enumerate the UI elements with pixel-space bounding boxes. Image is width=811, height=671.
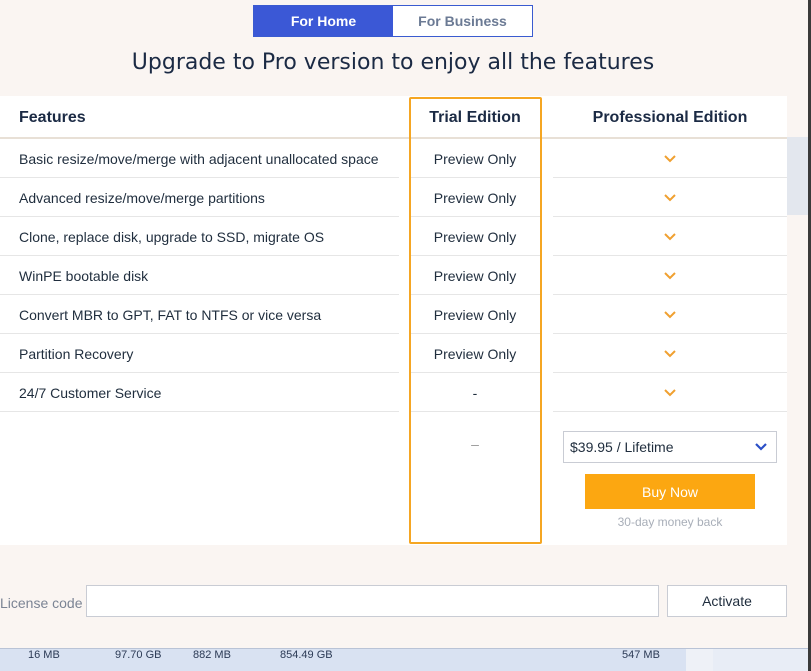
feature-name: 24/7 Customer Service — [19, 384, 162, 401]
header-trial-edition: Trial Edition — [429, 108, 521, 126]
feature-name: Advanced resize/move/merge partitions — [19, 189, 265, 206]
trial-price: – — [471, 436, 479, 452]
feature-name: Basic resize/move/merge with adjacent un… — [19, 150, 379, 167]
table-row: Clone, replace disk, upgrade to SSD, mig… — [0, 217, 787, 256]
feature-name: WinPE bootable disk — [19, 267, 149, 284]
table-row: Convert MBR to GPT, FAT to NTFS or vice … — [0, 295, 787, 334]
check-icon — [553, 334, 787, 373]
trial-value: Preview Only — [433, 267, 517, 284]
buy-now-button[interactable]: Buy Now — [585, 474, 755, 509]
license-code-input[interactable] — [86, 585, 659, 617]
table-header: Features Trial Edition Professional Edit… — [0, 96, 787, 139]
disk-size-cell: 547 MB — [622, 649, 660, 661]
disk-size-cell: 882 MB — [193, 649, 231, 661]
feature-name: Partition Recovery — [19, 345, 134, 362]
check-icon — [553, 256, 787, 295]
license-code-label: License code — [0, 595, 83, 611]
disk-size-cell: 97.70 GB — [115, 649, 162, 661]
disk-size-cell: 16 MB — [28, 649, 60, 661]
tab-for-home[interactable]: For Home — [254, 6, 393, 36]
chevron-down-icon — [755, 443, 767, 451]
price-plan-value: $39.95 / Lifetime — [570, 439, 674, 455]
table-row: Basic resize/move/merge with adjacent un… — [0, 139, 787, 178]
trial-value: Preview Only — [433, 345, 517, 362]
table-body: Basic resize/move/merge with adjacent un… — [0, 139, 787, 412]
activate-button[interactable]: Activate — [667, 585, 787, 617]
comparison-table: Features Trial Edition Professional Edit… — [0, 96, 787, 545]
disk-size-cell: 854.49 GB — [280, 649, 333, 661]
table-row: Advanced resize/move/merge partitions Pr… — [0, 178, 787, 217]
check-icon — [553, 139, 787, 178]
feature-name: Convert MBR to GPT, FAT to NTFS or vice … — [19, 306, 322, 323]
trial-value: Preview Only — [433, 228, 517, 245]
check-icon — [553, 178, 787, 217]
check-icon — [553, 373, 787, 412]
edition-tabs: For Home For Business — [253, 5, 533, 37]
table-row: 24/7 Customer Service - — [0, 373, 787, 412]
page-title: Upgrade to Pro version to enjoy all the … — [131, 50, 655, 75]
background-disk-list: 16 MB 97.70 GB 882 MB 854.49 GB 547 MB — [0, 648, 808, 671]
tab-for-business[interactable]: For Business — [393, 6, 532, 36]
trial-value: Preview Only — [433, 150, 517, 167]
feature-name: Clone, replace disk, upgrade to SSD, mig… — [19, 228, 325, 245]
price-plan-select[interactable]: $39.95 / Lifetime — [563, 431, 777, 463]
trial-value: - — [472, 384, 478, 401]
check-icon — [553, 295, 787, 334]
table-row: WinPE bootable disk Preview Only — [0, 256, 787, 295]
money-back-note: 30-day money back — [617, 515, 723, 529]
check-icon — [553, 217, 787, 256]
header-professional-edition: Professional Edition — [592, 108, 748, 126]
side-scroll-strip — [787, 137, 808, 215]
trial-value: Preview Only — [433, 189, 517, 206]
table-row: Partition Recovery Preview Only — [0, 334, 787, 373]
trial-value: Preview Only — [433, 306, 517, 323]
header-features: Features — [19, 108, 86, 126]
